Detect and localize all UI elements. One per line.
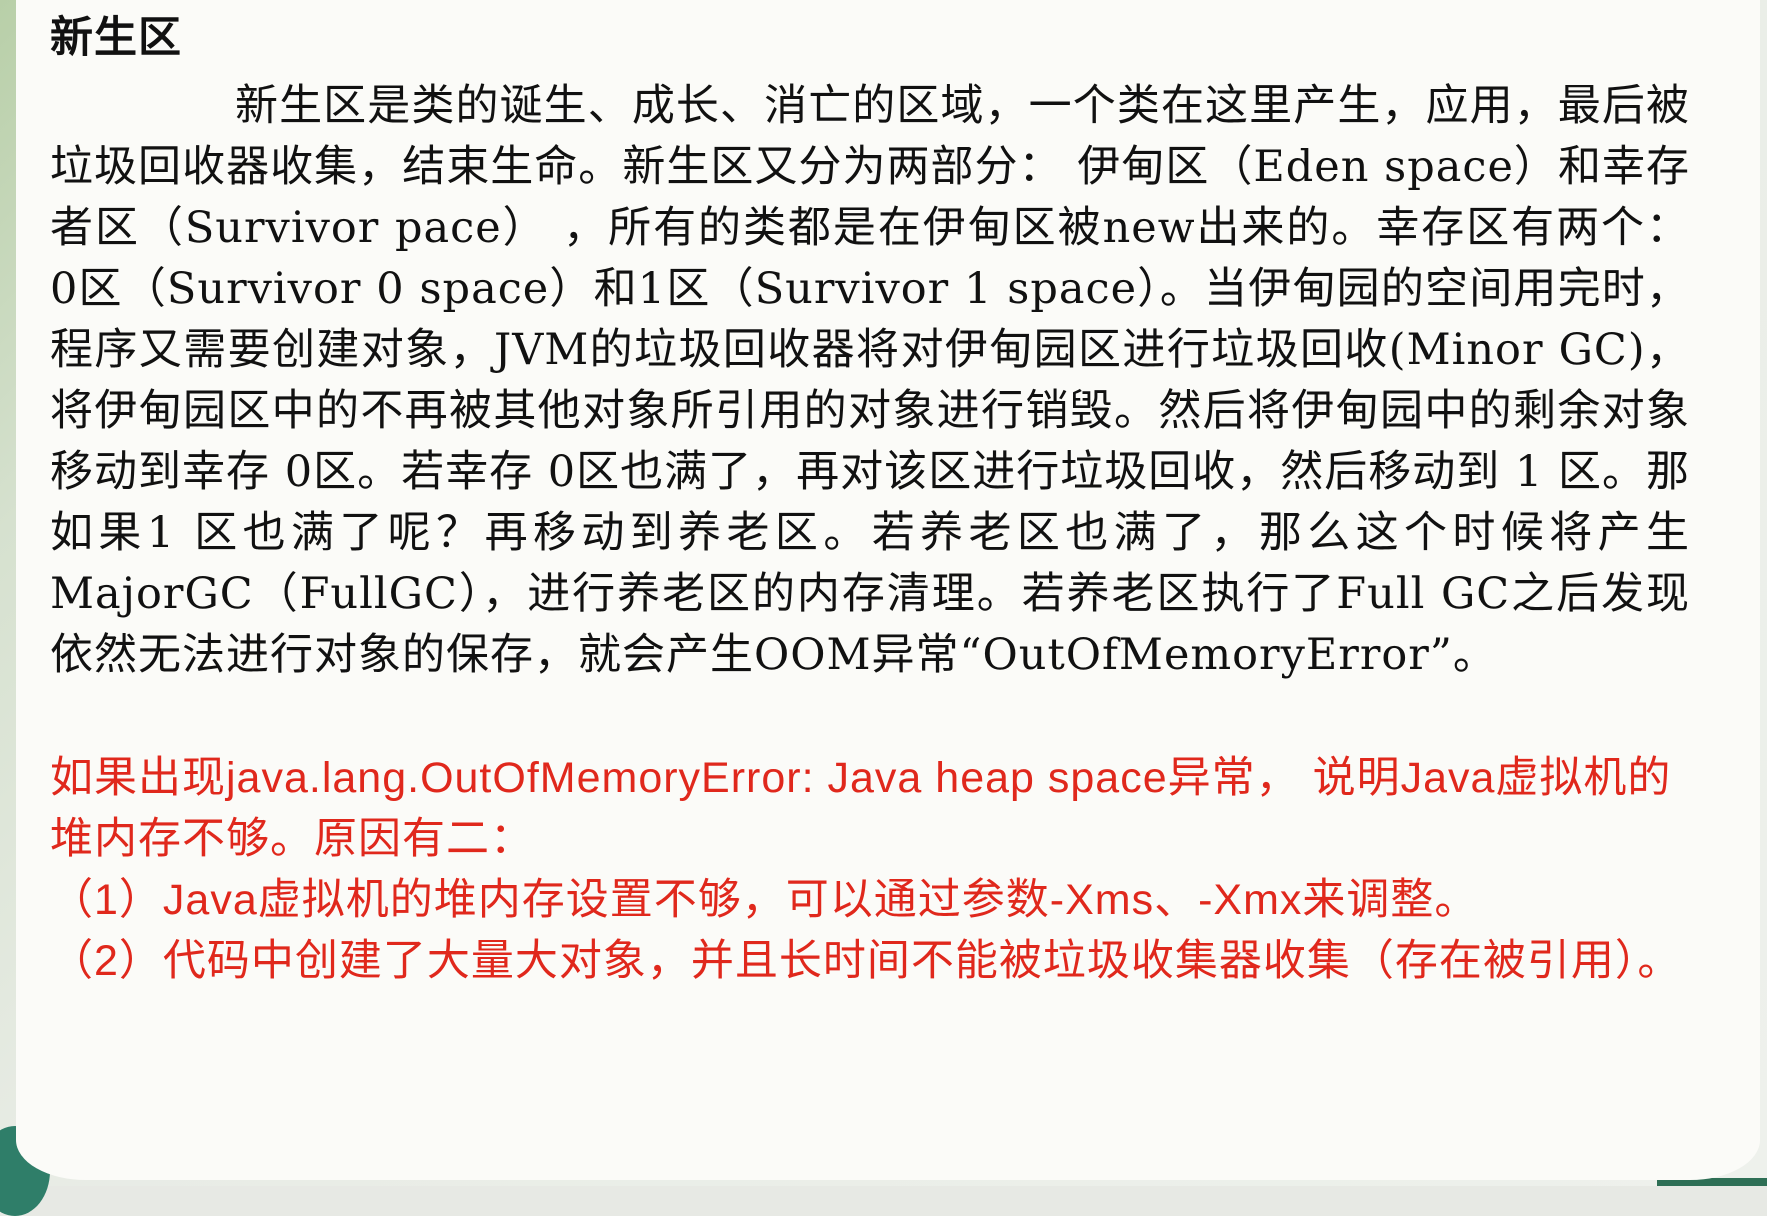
oom-note: 如果出现java.lang.OutOfMemoryError: Java hea… [50, 748, 1690, 992]
slide-content: 新生区 新生区是类的诞生、成长、消亡的区域，一个类在这里产生，应用，最后被垃圾回… [50, 0, 1690, 992]
oom-reason-2: （2）代码中创建了大量大对象，并且长时间不能被垃圾收集器收集（存在被引用）。 [50, 937, 1682, 985]
section-heading: 新生区 [50, 13, 182, 63]
young-generation-paragraph: 新生区是类的诞生、成长、消亡的区域，一个类在这里产生，应用，最后被垃圾回收器收集… [50, 81, 1690, 680]
oom-reason-1: （1）Java虚拟机的堆内存设置不够，可以通过参数-Xms、-Xmx来调整。 [50, 876, 1479, 924]
oom-note-intro: 如果出现java.lang.OutOfMemoryError: Java hea… [50, 754, 1672, 863]
